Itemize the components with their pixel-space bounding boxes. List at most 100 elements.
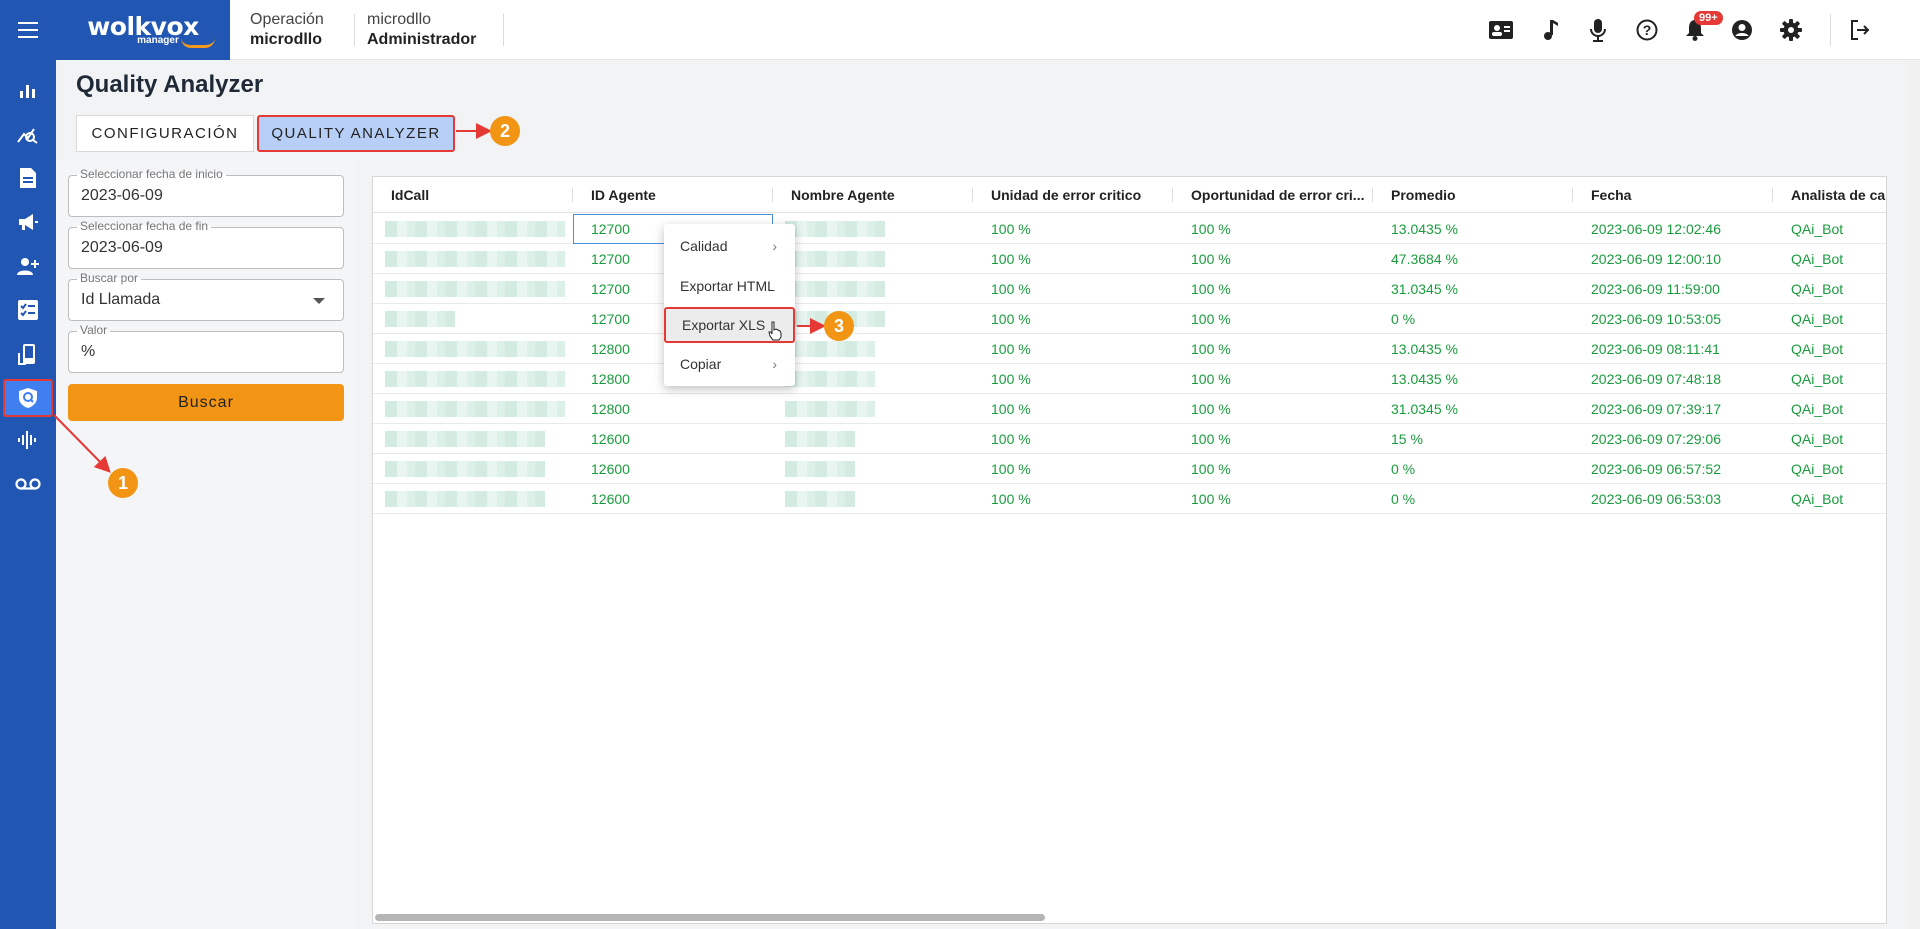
gear-icon[interactable] xyxy=(1776,15,1806,45)
table-cell-critical-opportunity[interactable]: 100 % xyxy=(1173,364,1373,394)
column-header-agent-name[interactable]: Nombre Agente xyxy=(773,177,973,213)
table-cell-average[interactable]: 15 % xyxy=(1373,424,1573,454)
table-cell-agent-id[interactable]: 12600 xyxy=(573,484,773,514)
table-cell-idcall-redacted[interactable] xyxy=(373,364,573,394)
table-cell-critical-opportunity[interactable]: 100 % xyxy=(1173,214,1373,244)
table-cell-critical-unit[interactable]: 100 % xyxy=(973,214,1173,244)
table-cell-average[interactable]: 31.0345 % xyxy=(1373,394,1573,424)
table-cell-critical-unit[interactable]: 100 % xyxy=(973,424,1173,454)
column-header-analyst[interactable]: Analista de calid xyxy=(1773,177,1886,213)
table-cell-critical-opportunity[interactable]: 100 % xyxy=(1173,484,1373,514)
table-cell-analyst[interactable]: QAi_Bot xyxy=(1773,394,1886,424)
table-cell-critical-opportunity[interactable]: 100 % xyxy=(1173,454,1373,484)
table-cell-average[interactable]: 13.0435 % xyxy=(1373,334,1573,364)
table-cell-critical-unit[interactable]: 100 % xyxy=(973,454,1173,484)
table-row[interactable]: 12600 100 % 100 % 15 % 2023-06-09 07:29:06 QA… xyxy=(373,424,1886,454)
table-cell-date[interactable]: 2023-06-09 08:11:41 xyxy=(1573,334,1773,364)
table-cell-idcall-redacted[interactable] xyxy=(373,274,573,304)
table-cell-agent-name-redacted[interactable] xyxy=(773,304,973,334)
table-cell-analyst[interactable]: QAi_Bot xyxy=(1773,304,1886,334)
sidebar-item-checklist[interactable] xyxy=(0,290,56,330)
sidebar-item-users[interactable] xyxy=(0,246,56,286)
table-cell-average[interactable]: 0 % xyxy=(1373,454,1573,484)
vertical-scrollbar[interactable] xyxy=(1905,60,1920,929)
table-cell-date[interactable]: 2023-06-09 11:59:00 xyxy=(1573,274,1773,304)
table-cell-idcall-redacted[interactable] xyxy=(373,244,573,274)
sidebar-item-audio[interactable] xyxy=(0,420,56,460)
table-cell-idcall-redacted[interactable] xyxy=(373,214,573,244)
table-cell-analyst[interactable]: QAi_Bot xyxy=(1773,364,1886,394)
table-row[interactable]: 12700 100 % 100 % 0 % 2023-06-09 10:53:05 QAi… xyxy=(373,304,1886,334)
column-header-agent-id[interactable]: ID Agente xyxy=(573,177,773,213)
table-cell-analyst[interactable]: QAi_Bot xyxy=(1773,454,1886,484)
table-cell-agent-id[interactable]: 12600 xyxy=(573,454,773,484)
table-cell-critical-opportunity[interactable]: 100 % xyxy=(1173,244,1373,274)
table-cell-average[interactable]: 0 % xyxy=(1373,484,1573,514)
table-cell-critical-unit[interactable]: 100 % xyxy=(973,334,1173,364)
table-cell-idcall-redacted[interactable] xyxy=(373,484,573,514)
table-cell-idcall-redacted[interactable] xyxy=(373,304,573,334)
tab-configuracion[interactable]: CONFIGURACIÓN xyxy=(76,115,254,152)
table-cell-date[interactable]: 2023-06-09 06:57:52 xyxy=(1573,454,1773,484)
logout-icon[interactable] xyxy=(1845,15,1875,45)
user-icon[interactable] xyxy=(1727,15,1757,45)
table-cell-agent-name-redacted[interactable] xyxy=(773,274,973,304)
tab-quality-analyzer[interactable]: QUALITY ANALYZER xyxy=(257,115,455,152)
table-row[interactable]: 12800 100 % 100 % 31.0345 % 2023-06-09 07:39… xyxy=(373,394,1886,424)
table-cell-agent-name-redacted[interactable] xyxy=(773,484,973,514)
column-header-idcall[interactable]: IdCall xyxy=(373,177,573,213)
table-cell-agent-name-redacted[interactable] xyxy=(773,214,973,244)
search-by-select[interactable]: Buscar por Id Llamada xyxy=(68,271,344,321)
table-row[interactable]: 12800 100 % 100 % 13.0435 % 2023-06-09 07:48… xyxy=(373,364,1886,394)
table-cell-critical-unit[interactable]: 100 % xyxy=(973,364,1173,394)
table-row[interactable]: 12700 100 % 100 % 31.0345 % 2023-06-09 11:59… xyxy=(373,274,1886,304)
table-row[interactable]: 12600 100 % 100 % 0 % 2023-06-09 06:53:03 QAi… xyxy=(373,484,1886,514)
column-header-average[interactable]: Promedio xyxy=(1373,177,1573,213)
table-cell-idcall-redacted[interactable] xyxy=(373,424,573,454)
sidebar-item-devices[interactable] xyxy=(0,334,56,374)
sidebar-item-reports[interactable] xyxy=(0,158,56,198)
column-header-critical-opportunity[interactable]: Oportunidad de error cri... xyxy=(1173,177,1373,213)
help-icon[interactable]: ? xyxy=(1632,15,1662,45)
table-cell-agent-id[interactable]: 12600 xyxy=(573,424,773,454)
table-cell-critical-opportunity[interactable]: 100 % xyxy=(1173,424,1373,454)
table-cell-average[interactable]: 13.0435 % xyxy=(1373,214,1573,244)
menu-item-export-xls[interactable]: Exportar XLS xyxy=(664,307,795,343)
sidebar-item-voicemail[interactable] xyxy=(0,464,56,504)
table-cell-critical-unit[interactable]: 100 % xyxy=(973,484,1173,514)
table-cell-analyst[interactable]: QAi_Bot xyxy=(1773,334,1886,364)
table-cell-critical-opportunity[interactable]: 100 % xyxy=(1173,304,1373,334)
table-cell-agent-name-redacted[interactable] xyxy=(773,334,973,364)
column-header-date[interactable]: Fecha xyxy=(1573,177,1773,213)
table-cell-critical-unit[interactable]: 100 % xyxy=(973,274,1173,304)
table-row[interactable]: 12600 100 % 100 % 0 % 2023-06-09 06:57:52 QAi… xyxy=(373,454,1886,484)
sidebar-item-analytics[interactable] xyxy=(0,114,56,154)
hamburger-menu-button[interactable] xyxy=(0,0,56,60)
table-cell-date[interactable]: 2023-06-09 06:53:03 xyxy=(1573,484,1773,514)
table-cell-agent-name-redacted[interactable] xyxy=(773,364,973,394)
column-header-critical-unit[interactable]: Unidad de error critico xyxy=(973,177,1173,213)
table-cell-agent-name-redacted[interactable] xyxy=(773,424,973,454)
table-cell-idcall-redacted[interactable] xyxy=(373,454,573,484)
end-date-field[interactable]: Seleccionar fecha de fin 2023-06-09 xyxy=(68,219,344,269)
search-button[interactable]: Buscar xyxy=(68,384,344,421)
table-cell-agent-name-redacted[interactable] xyxy=(773,244,973,274)
table-cell-average[interactable]: 0 % xyxy=(1373,304,1573,334)
table-cell-critical-unit[interactable]: 100 % xyxy=(973,394,1173,424)
table-cell-average[interactable]: 47.3684 % xyxy=(1373,244,1573,274)
sidebar-item-quality[interactable] xyxy=(3,379,53,417)
table-cell-analyst[interactable]: QAi_Bot xyxy=(1773,274,1886,304)
contact-card-icon[interactable] xyxy=(1486,15,1516,45)
table-cell-analyst[interactable]: QAi_Bot xyxy=(1773,244,1886,274)
table-cell-analyst[interactable]: QAi_Bot xyxy=(1773,424,1886,454)
table-row[interactable]: 12800 100 % 100 % 13.0435 % 2023-06-09 08:11… xyxy=(373,334,1886,364)
table-cell-critical-unit[interactable]: 100 % xyxy=(973,244,1173,274)
table-cell-critical-opportunity[interactable]: 100 % xyxy=(1173,274,1373,304)
table-cell-critical-opportunity[interactable]: 100 % xyxy=(1173,334,1373,364)
table-cell-analyst[interactable]: QAi_Bot xyxy=(1773,484,1886,514)
microphone-icon[interactable] xyxy=(1583,15,1613,45)
menu-item-calidad[interactable]: Calidad › xyxy=(664,228,795,264)
table-cell-date[interactable]: 2023-06-09 12:02:46 xyxy=(1573,214,1773,244)
table-cell-critical-opportunity[interactable]: 100 % xyxy=(1173,394,1373,424)
table-cell-analyst[interactable]: QAi_Bot xyxy=(1773,214,1886,244)
